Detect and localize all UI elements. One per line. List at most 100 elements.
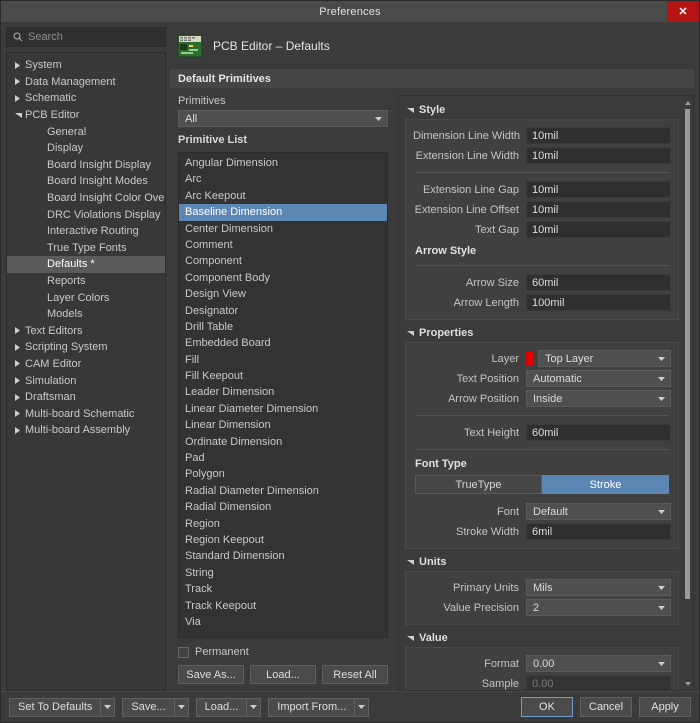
list-item[interactable]: Comment [179,237,387,253]
sidebar-item-draftsman[interactable]: Draftsman [7,389,165,406]
list-item[interactable]: Center Dimension [179,221,387,237]
primary-units-select[interactable]: Mils [526,579,671,596]
sidebar-item-layer-colors[interactable]: Layer Colors [7,289,165,306]
list-item[interactable]: Arc [179,171,387,187]
load-button[interactable]: Load... [250,665,316,684]
save-as-button[interactable]: Save As... [178,665,244,684]
list-item[interactable]: Design View [179,286,387,302]
sidebar-item-interactive-routing[interactable]: Interactive Routing [7,223,165,240]
arrow-position-select[interactable]: Inside [526,390,671,407]
sidebar-item-display[interactable]: Display [7,140,165,157]
search-input[interactable]: Search [6,27,166,47]
scroll-up-icon[interactable] [683,98,692,107]
sidebar-item-reports[interactable]: Reports [7,273,165,290]
list-item[interactable]: Leader Dimension [179,384,387,400]
value-precision-select[interactable]: 2 [526,599,671,616]
permanent-checkbox[interactable]: Permanent [178,646,388,658]
sidebar-item-multi-board-assembly[interactable]: Multi-board Assembly [7,422,165,439]
group-header-style[interactable]: Style [407,104,679,116]
scrollbar-thumb[interactable] [685,109,690,599]
sidebar-item-true-type-fonts[interactable]: True Type Fonts [7,240,165,257]
settings-tree[interactable]: System Data Management Schematic PCB Editor… [6,52,166,691]
arrow-length-input[interactable]: 100mil [526,294,671,311]
scroll-down-icon[interactable] [683,679,692,688]
list-item[interactable]: Linear Diameter Dimension [179,401,387,417]
list-item[interactable]: Component [179,253,387,269]
sidebar-item-multi-board-schematic[interactable]: Multi-board Schematic [7,405,165,422]
list-item[interactable]: Fill [179,352,387,368]
settings-scrollbar[interactable] [683,98,692,688]
primitives-filter-select[interactable]: All [178,110,388,127]
group-header-value[interactable]: Value [407,632,679,644]
font-type-truetype-button[interactable]: TrueType [415,475,542,494]
ok-button[interactable]: OK [521,697,573,717]
list-item[interactable]: Angular Dimension [179,155,387,171]
format-select[interactable]: 0.00 [526,655,671,672]
list-item[interactable]: Region Keepout [179,532,387,548]
sidebar-item-pcb-editor[interactable]: PCB Editor [7,107,165,124]
sidebar-item-cam-editor[interactable]: CAM Editor [7,356,165,373]
sidebar-item-simulation[interactable]: Simulation [7,372,165,389]
cancel-button[interactable]: Cancel [580,697,632,717]
list-item[interactable]: String [179,565,387,581]
sidebar-item-models[interactable]: Models [7,306,165,323]
list-item[interactable]: Track Keepout [179,598,387,614]
layer-select[interactable]: Top Layer [538,350,671,367]
stroke-width-input[interactable]: 6mil [526,523,671,540]
load-split-button[interactable]: Load... [195,697,262,717]
list-item[interactable]: Standard Dimension [179,548,387,564]
layer-color-swatch[interactable] [526,351,534,366]
sidebar-item-board-insight-modes[interactable]: Board Insight Modes [7,173,165,190]
sidebar-item-data-management[interactable]: Data Management [7,74,165,91]
chevron-down-icon[interactable] [246,697,262,717]
text-height-input[interactable]: 60mil [526,424,671,441]
list-item[interactable]: Baseline Dimension [179,204,387,221]
list-item[interactable]: Designator [179,303,387,319]
list-item[interactable]: Via [179,614,387,630]
extension-line-gap-input[interactable]: 10mil [526,181,671,198]
chevron-down-icon[interactable] [354,697,370,717]
set-to-defaults-button[interactable]: Set To Defaults [9,697,116,717]
text-position-select[interactable]: Automatic [526,370,671,387]
list-item[interactable]: Fill Keepout [179,368,387,384]
list-item[interactable]: Drill Table [179,319,387,335]
sidebar-item-board-insight-display[interactable]: Board Insight Display [7,157,165,174]
font-select[interactable]: Default [526,503,671,520]
chevron-down-icon[interactable] [173,697,189,717]
arrow-size-input[interactable]: 60mil [526,274,671,291]
apply-button[interactable]: Apply [639,697,691,717]
list-item[interactable]: Linear Dimension [179,417,387,433]
list-item[interactable]: Ordinate Dimension [179,434,387,450]
primitive-list[interactable]: Angular Dimension Arc Arc Keepout Baseline … [178,152,388,638]
sidebar-item-system[interactable]: System [7,57,165,74]
sidebar-item-defaults[interactable]: Defaults * [7,256,165,273]
sidebar-item-board-insight-color-overrides[interactable]: Board Insight Color Overrides [7,190,165,207]
sidebar-item-general[interactable]: General [7,123,165,140]
list-item[interactable]: Embedded Board [179,335,387,351]
sidebar-item-scripting-system[interactable]: Scripting System [7,339,165,356]
list-item[interactable]: Region [179,516,387,532]
sidebar-item-label: Defaults * [47,258,95,271]
extension-line-width-input[interactable]: 10mil [526,147,671,164]
group-header-units[interactable]: Units [407,556,679,568]
chevron-down-icon[interactable] [100,697,116,717]
list-item[interactable]: Component Body [179,270,387,286]
font-type-stroke-button[interactable]: Stroke [542,475,669,494]
reset-all-button[interactable]: Reset All [322,665,388,684]
dimension-line-width-input[interactable]: 10mil [526,127,671,144]
save-split-button[interactable]: Save... [122,697,189,717]
close-icon[interactable]: ✕ [667,1,699,22]
list-item[interactable]: Polygon [179,466,387,482]
extension-line-offset-input[interactable]: 10mil [526,201,671,218]
list-item[interactable]: Radial Dimension [179,499,387,515]
group-header-properties[interactable]: Properties [407,327,679,339]
sidebar-item-schematic[interactable]: Schematic [7,90,165,107]
import-from-split-button[interactable]: Import From... [268,697,370,717]
list-item[interactable]: Radial Diameter Dimension [179,483,387,499]
sidebar-item-drc-violations-display[interactable]: DRC Violations Display [7,206,165,223]
text-gap-input[interactable]: 10mil [526,221,671,238]
list-item[interactable]: Arc Keepout [179,188,387,204]
sidebar-item-text-editors[interactable]: Text Editors [7,323,165,340]
list-item[interactable]: Pad [179,450,387,466]
list-item[interactable]: Track [179,581,387,597]
